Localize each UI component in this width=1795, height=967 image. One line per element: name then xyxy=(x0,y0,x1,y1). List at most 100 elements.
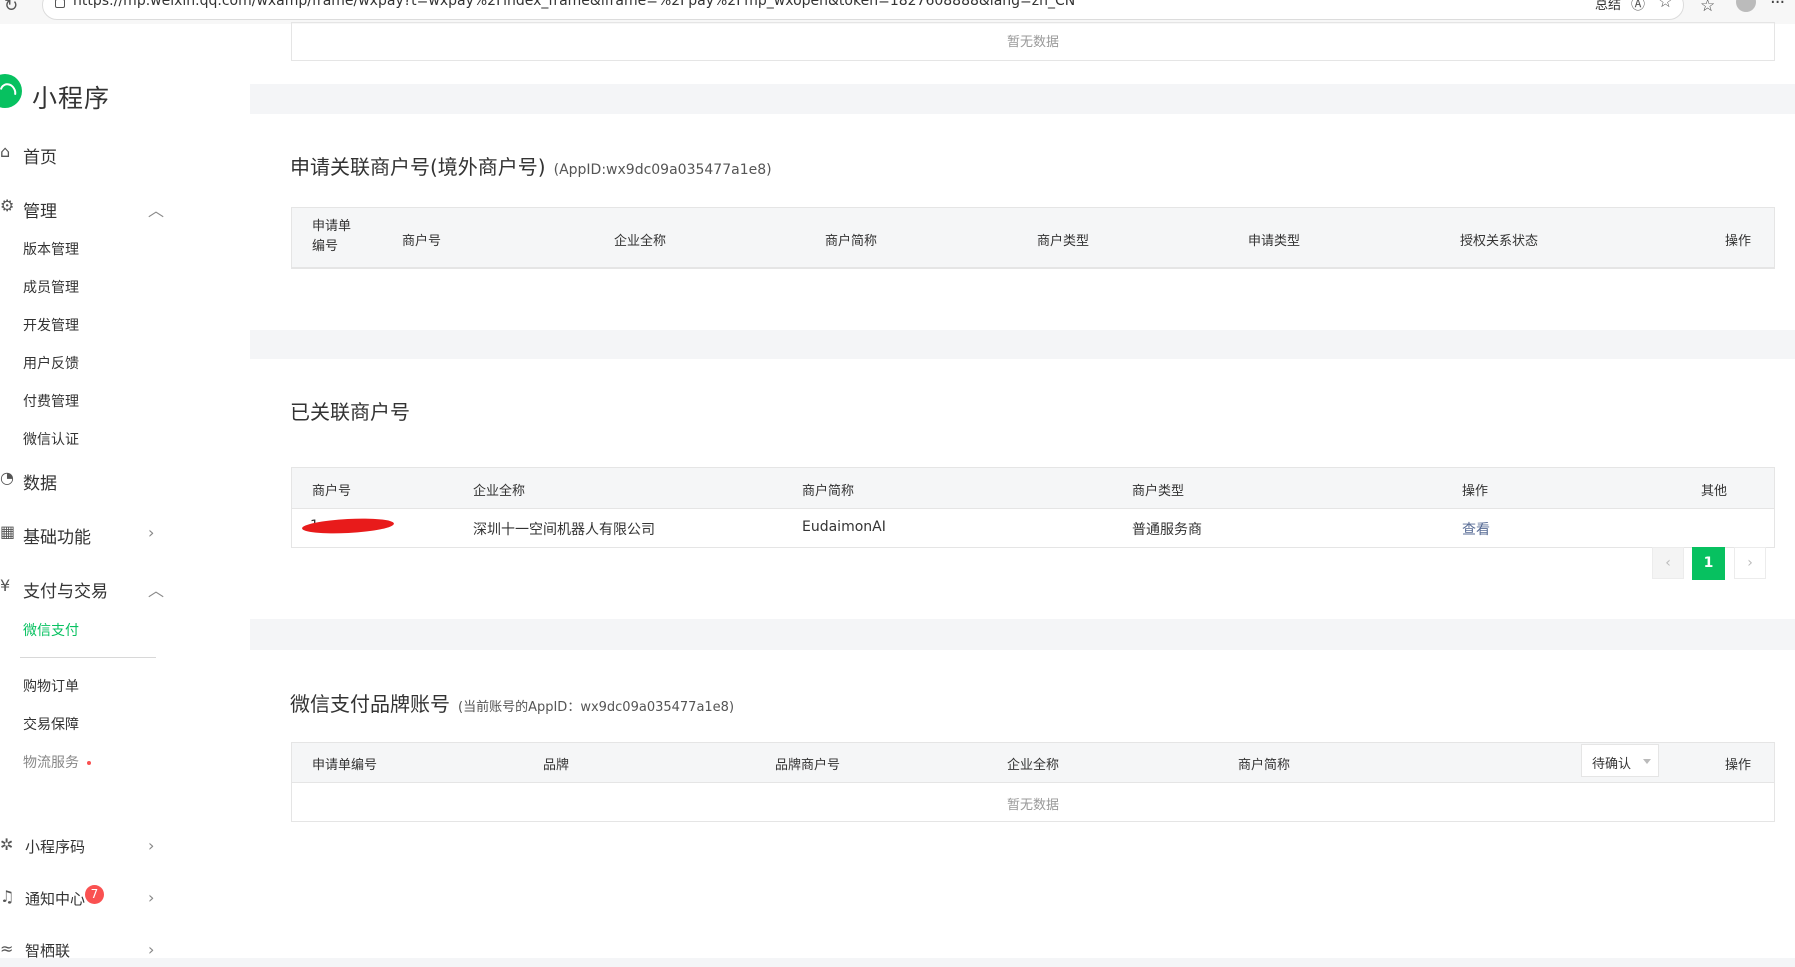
sidebar-item-logistics[interactable]: 物流服务 xyxy=(23,752,91,772)
title-text: 微信支付品牌账号 xyxy=(290,692,450,716)
cell-short-name: EudaimonAI xyxy=(802,519,886,535)
appid-note: (AppID:wx9dc09a035477a1e8) xyxy=(553,162,772,178)
sidebar-item-members[interactable]: 成员管理 xyxy=(23,277,79,297)
sidebar-item-billing[interactable]: 付费管理 xyxy=(23,391,79,411)
chevron-right-icon: › xyxy=(148,940,155,959)
th-brand-merchant-no: 品牌商户号 xyxy=(775,758,841,773)
sidebar-item-basic[interactable]: ▦ 基础功能 › xyxy=(0,520,170,550)
sidebar-item-notify[interactable]: ♫ 通知中心 7 › xyxy=(0,885,170,915)
th-action: 操作 xyxy=(1725,234,1752,249)
sidebar-item-verify[interactable]: 微信认证 xyxy=(23,429,79,449)
th-merchant-no: 商户号 xyxy=(402,234,442,249)
collections-icon[interactable]: ☆ xyxy=(1700,0,1715,16)
th-short-name: 商户简称 xyxy=(1238,758,1291,773)
chevron-right-icon: › xyxy=(148,888,155,907)
chevron-right-icon: › xyxy=(148,836,155,855)
th-short-name: 商户简称 xyxy=(825,234,878,249)
apply-merchant-card: 申请关联商户号(境外商户号) (AppID:wx9dc09a035477a1e8)… xyxy=(250,114,1795,330)
status-filter-select[interactable]: 待确认 xyxy=(1581,744,1659,777)
notification-badge: 7 xyxy=(85,885,104,904)
view-link[interactable]: 查看 xyxy=(1462,519,1490,539)
chevron-up-icon: ︿ xyxy=(148,201,165,220)
reload-icon[interactable]: ↻ xyxy=(4,0,18,16)
home-icon: ⌂ xyxy=(0,142,11,161)
cell-merchant-type: 普通服务商 xyxy=(1132,522,1202,538)
sidebar-divider xyxy=(20,657,156,658)
sidebar: 小程序 ⌂ 首页 ⚙ 管理 ︿ 版本管理 成员管理 开发管理 用户反馈 付费管理… xyxy=(0,24,250,960)
qrcode-icon: ✲ xyxy=(0,835,14,854)
th-apply-type: 申请类型 xyxy=(1248,234,1301,249)
pager-next-button[interactable]: › xyxy=(1734,547,1766,579)
sidebar-item-dev[interactable]: 开发管理 xyxy=(23,315,79,335)
sidebar-item-label: 基础功能 xyxy=(23,528,91,548)
lock-icon[interactable] xyxy=(55,0,65,8)
card-title: 已关联商户号 xyxy=(290,400,410,424)
pager-page-1[interactable]: 1 xyxy=(1692,547,1725,580)
title-text: 申请关联商户号(境外商户号) xyxy=(290,155,546,179)
read-aloud-icon[interactable]: Ⓐ xyxy=(1631,0,1645,14)
th-action: 操作 xyxy=(1725,758,1752,773)
top-card: 暂无数据 xyxy=(250,22,1795,84)
sidebar-item-label: 物流服务 xyxy=(23,755,79,771)
status-filter-value: 待确认 xyxy=(1592,757,1632,772)
sidebar-item-label: 首页 xyxy=(23,148,57,168)
brand-account-card: 微信支付品牌账号 (当前账号的AppID：wx9dc09a035477a1e8) … xyxy=(250,650,1795,958)
sidebar-item-manage[interactable]: ⚙ 管理 ︿ xyxy=(0,194,170,224)
th-short-name: 商户简称 xyxy=(802,484,855,499)
sidebar-item-label: 小程序码 xyxy=(25,838,86,856)
sidebar-item-guarantee[interactable]: 交易保障 xyxy=(23,714,79,734)
sidebar-item-label: 通知中心 xyxy=(25,890,86,908)
th-apply-no: 申请单编号 xyxy=(312,219,352,254)
bell-icon: ♫ xyxy=(0,887,15,906)
grid-icon: ▦ xyxy=(0,522,16,541)
brand-table: 申请单编号 品牌 品牌商户号 企业全称 商户简称 待确认 操作 暂无数据 xyxy=(291,742,1775,822)
url-text[interactable]: https://mp.weixin.qq.com/wxamp/frame/wxp… xyxy=(73,0,1075,9)
th-other: 其他 xyxy=(1701,484,1728,499)
miniprogram-logo-icon xyxy=(0,74,22,108)
table-header: 申请单编号 商户号 企业全称 商户简称 商户类型 申请类型 授权关系状态 操作 xyxy=(292,208,1774,268)
address-bar[interactable]: https://mp.weixin.qq.com/wxamp/frame/wxp… xyxy=(42,0,1684,20)
link-icon: ≈ xyxy=(0,939,14,958)
cell-company: 深圳十一空间机器人有限公司 xyxy=(473,522,655,538)
linked-merchant-card: 已关联商户号 商户号 企业全称 商户简称 商户类型 操作 其他 1 深圳十一空间… xyxy=(250,359,1795,619)
sidebar-item-feedback[interactable]: 用户反馈 xyxy=(23,353,79,373)
star-icon[interactable]: ☆ xyxy=(1658,0,1673,12)
logo-text: 小程序 xyxy=(32,84,111,113)
pie-chart-icon: ◔ xyxy=(0,468,14,487)
sidebar-item-qrcode[interactable]: ✲ 小程序码 › xyxy=(0,833,170,863)
th-company: 企业全称 xyxy=(614,234,667,249)
sidebar-item-version[interactable]: 版本管理 xyxy=(23,239,79,259)
table-header: 申请单编号 品牌 品牌商户号 企业全称 商户简称 待确认 操作 xyxy=(292,743,1774,783)
th-brand: 品牌 xyxy=(543,758,570,773)
linked-table: 商户号 企业全称 商户简称 商户类型 操作 其他 1 深圳十一空间机器人有限公司… xyxy=(291,467,1775,548)
sidebar-item-label: 数据 xyxy=(23,474,57,494)
card-title: 申请关联商户号(境外商户号) (AppID:wx9dc09a035477a1e8) xyxy=(290,151,772,180)
sidebar-item-label: 支付与交易 xyxy=(23,582,108,602)
yen-icon: ¥ xyxy=(0,576,11,595)
th-merchant-type: 商户类型 xyxy=(1037,234,1090,249)
sidebar-item-pay[interactable]: ¥ 支付与交易 ︿ xyxy=(0,574,170,604)
sidebar-item-label: 管理 xyxy=(23,202,57,222)
apply-table: 申请单编号 商户号 企业全称 商户简称 商户类型 申请类型 授权关系状态 操作 xyxy=(291,207,1775,269)
more-icon[interactable]: ··· xyxy=(1770,0,1785,13)
new-dot-icon xyxy=(87,761,91,765)
caret-down-icon xyxy=(1643,759,1651,764)
empty-state: 暂无数据 xyxy=(1006,798,1059,813)
sidebar-item-data[interactable]: ◔ 数据 xyxy=(0,466,170,496)
summary-label[interactable]: 总结 xyxy=(1595,0,1621,13)
sidebar-item-orders[interactable]: 购物订单 xyxy=(23,676,79,696)
th-company: 企业全称 xyxy=(1007,758,1060,773)
chevron-up-icon: ︿ xyxy=(148,581,165,600)
sidebar-item-wechat-pay[interactable]: 微信支付 xyxy=(23,620,79,640)
th-action: 操作 xyxy=(1462,484,1489,499)
pager-prev-button[interactable]: ‹ xyxy=(1652,547,1684,579)
avatar[interactable] xyxy=(1736,0,1756,12)
table-row: 1 深圳十一空间机器人有限公司 EudaimonAI 普通服务商 查看 xyxy=(292,509,1774,547)
sidebar-item-home[interactable]: ⌂ 首页 xyxy=(0,140,170,170)
th-auth-status: 授权关系状态 xyxy=(1460,234,1539,249)
sidebar-item-smart[interactable]: ≈ 智栖联 › xyxy=(0,937,170,967)
chevron-right-icon: › xyxy=(148,523,155,542)
th-apply-no: 申请单编号 xyxy=(312,758,378,773)
gear-icon: ⚙ xyxy=(0,196,15,215)
card-title: 微信支付品牌账号 (当前账号的AppID：wx9dc09a035477a1e8) xyxy=(290,688,734,717)
